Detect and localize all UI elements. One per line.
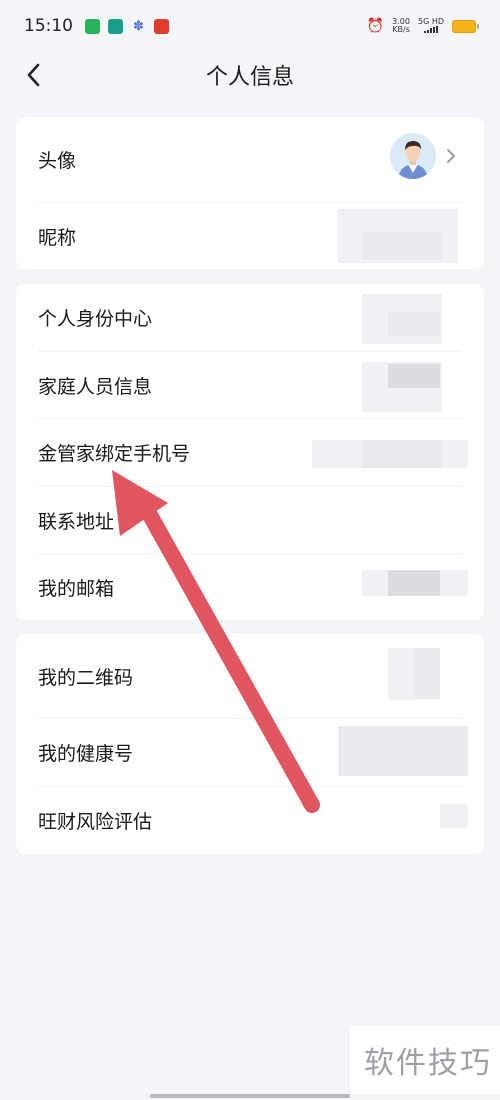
app-notification-icon <box>85 18 100 34</box>
redacted-value <box>388 312 440 336</box>
alarm-icon: ⏰ <box>366 18 385 34</box>
avatar[interactable] <box>390 133 436 179</box>
signal-indicator: 5G HD <box>417 16 444 35</box>
status-time: 15:10 <box>24 16 73 36</box>
network-speed-unit: KB/s <box>392 25 410 34</box>
row-label: 我的健康号 <box>38 743 134 765</box>
status-app-icons: ✽ <box>85 18 169 34</box>
profile-card-identity: 个人身份中心 家庭人员信息 金管家绑定手机号 联系地址 我的邮箱 <box>16 284 484 620</box>
status-indicators: ⏰ 3.00 KB/s 5G HD <box>366 16 479 35</box>
row-label: 金管家绑定手机号 <box>38 443 191 465</box>
back-button[interactable] <box>20 60 50 90</box>
network-speed: 3.00 KB/s <box>392 18 410 34</box>
app-notification-icon <box>108 18 123 34</box>
chevron-right-icon <box>447 149 455 163</box>
redacted-value <box>414 648 440 698</box>
redacted-value <box>388 364 440 388</box>
avatar-person-icon <box>390 133 436 179</box>
battery-icon <box>452 19 479 33</box>
page-title: 个人信息 <box>205 65 294 90</box>
signal-bars-icon <box>423 25 438 33</box>
paw-icon: ✽ <box>133 18 144 34</box>
profile-card-basic: 头像 昵称 <box>16 117 484 269</box>
row-avatar[interactable]: 头像 <box>16 117 484 202</box>
redacted-value <box>362 440 442 468</box>
row-label: 旺财风险评估 <box>38 811 153 833</box>
row-label: 我的邮箱 <box>38 577 115 600</box>
nav-bar: 个人信息 <box>0 52 500 98</box>
row-label: 我的二维码 <box>38 666 134 689</box>
home-indicator[interactable] <box>150 1094 350 1098</box>
row-label: 头像 <box>38 150 77 172</box>
row-label: 个人身份中心 <box>38 308 153 330</box>
app-notification-icon <box>154 18 169 34</box>
redacted-value <box>388 570 440 596</box>
row-label: 家庭人员信息 <box>38 375 153 398</box>
row-risk-assessment[interactable]: 旺财风险评估 <box>16 787 484 854</box>
status-bar: 15:10 ✽ ⏰ 3.00 KB/s 5G HD <box>0 0 500 52</box>
signal-label: 5G HD <box>417 16 444 26</box>
redacted-value <box>440 804 468 828</box>
redacted-value <box>362 232 442 260</box>
chevron-left-icon <box>27 63 40 87</box>
watermark-text: 软件技巧 <box>364 1046 492 1081</box>
row-label: 昵称 <box>38 226 77 249</box>
profile-card-services: 我的二维码 我的健康号 旺财风险评估 <box>16 634 484 854</box>
redacted-value <box>338 726 468 776</box>
row-label: 联系地址 <box>38 510 115 533</box>
row-contact-address[interactable]: 联系地址 <box>16 487 484 553</box>
